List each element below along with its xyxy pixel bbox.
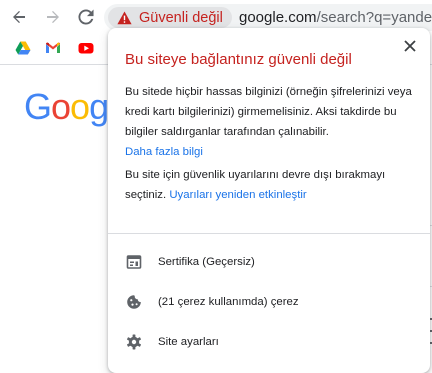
warnings-disabled-text: Bu site için güvenlik uyarılarını devre … (125, 165, 415, 205)
popup-separator (108, 233, 430, 234)
warning-triangle-icon (117, 11, 132, 24)
back-button[interactable] (6, 4, 32, 30)
cookie-icon-wrap (125, 293, 143, 311)
security-status-chip[interactable]: Güvenli değil (108, 7, 232, 28)
site-info-popup: Bu siteye bağlantınız güvenli değil Bu s… (108, 28, 430, 373)
gear-icon (127, 334, 141, 350)
certificate-label: Sertifika (Geçersiz) (158, 256, 255, 268)
url-path: /search?q=yandex& (316, 9, 432, 26)
popup-title: Bu siteye bağlantınız güvenli değil (125, 51, 352, 68)
close-button[interactable] (402, 38, 418, 54)
address-bar[interactable]: Güvenli değil google.com/search?q=yandex… (104, 4, 432, 31)
cookies-row[interactable]: (21 çerez kullanımda) çerez (108, 282, 430, 322)
reload-icon (78, 9, 94, 25)
cookies-label: (21 çerez kullanımda) çerez (158, 296, 299, 308)
url-host: google.com (239, 9, 317, 26)
reload-button[interactable] (73, 4, 99, 30)
url-text[interactable]: google.com/search?q=yandex& (239, 9, 432, 26)
security-warning-body: Bu sitede hiçbir hassas bilginizi (örneğ… (125, 86, 412, 138)
certificate-icon-wrap (125, 253, 143, 271)
security-status-label: Güvenli değil (139, 9, 223, 26)
close-icon (404, 40, 416, 52)
gear-icon-wrap (125, 333, 143, 351)
bookmark-google-drive[interactable] (15, 40, 31, 56)
youtube-icon (78, 43, 94, 54)
forward-button[interactable] (40, 4, 66, 30)
security-warning-text: Bu sitede hiçbir hassas bilginizi (örneğ… (125, 82, 415, 162)
bookmark-youtube[interactable] (78, 40, 94, 56)
google-drive-icon (15, 41, 31, 55)
gmail-icon (46, 42, 60, 53)
back-arrow-icon (13, 11, 25, 23)
reenable-warnings-link[interactable]: Uyarıları yeniden etkinleştir (169, 189, 306, 201)
cookie-icon (127, 295, 141, 309)
learn-more-link[interactable]: Daha fazla bilgi (125, 146, 203, 158)
certificate-row[interactable]: Sertifika (Geçersiz) (108, 242, 430, 282)
forward-arrow-icon (47, 11, 59, 23)
certificate-icon (126, 255, 142, 269)
bookmark-gmail[interactable] (45, 40, 61, 56)
site-settings-row[interactable]: Site ayarları (108, 322, 430, 362)
site-settings-label: Site ayarları (158, 336, 219, 348)
